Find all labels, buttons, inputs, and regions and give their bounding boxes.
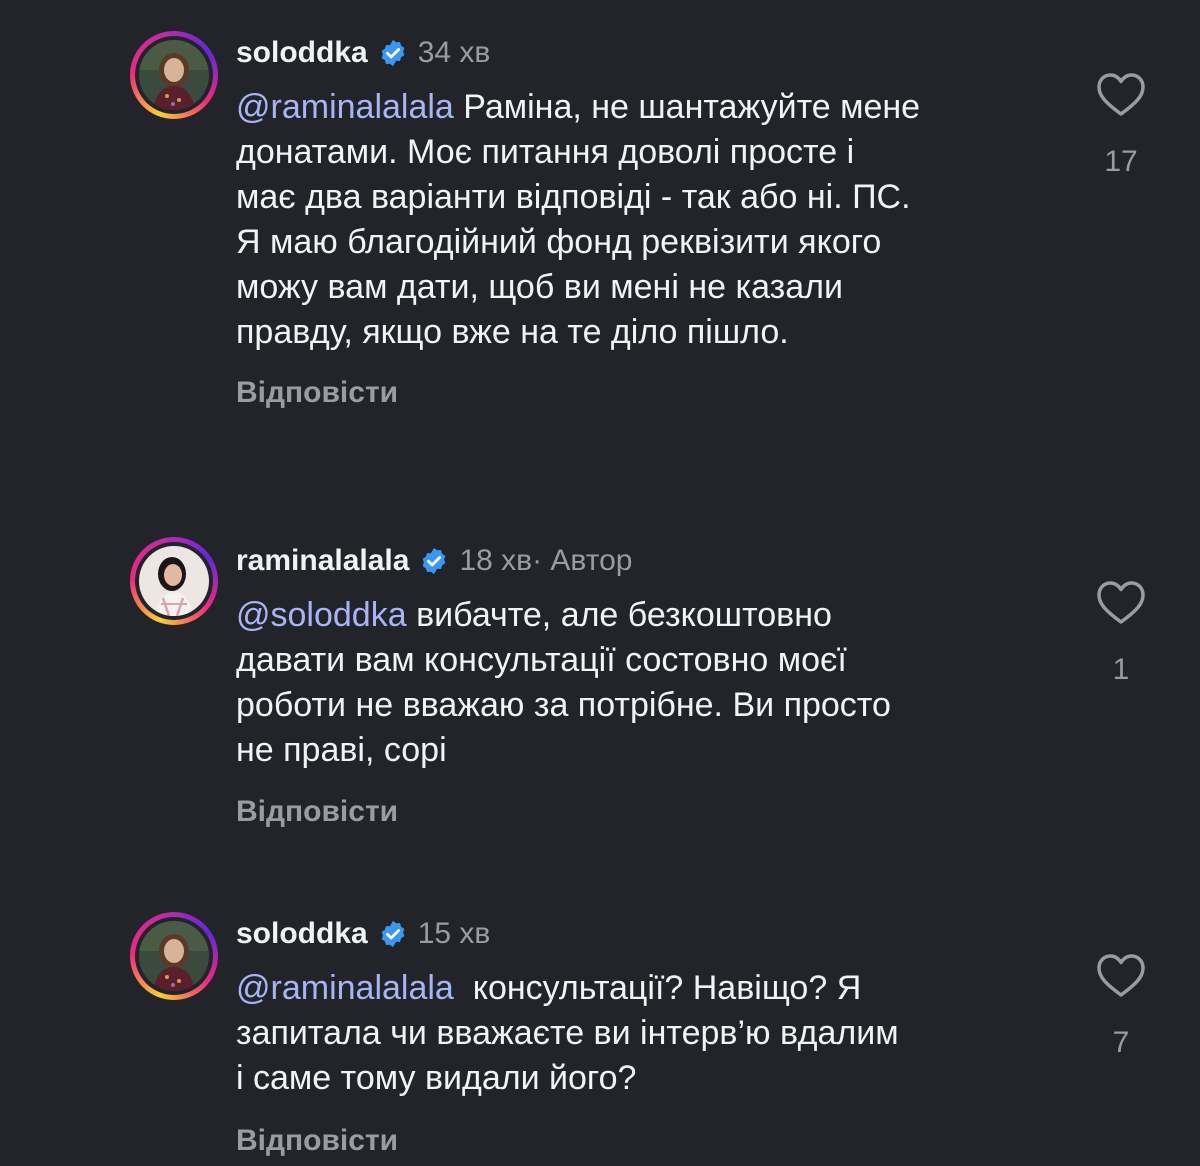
comment-time: 18 хв xyxy=(459,544,533,577)
comment-text: @raminalalala консультації? Навіщо? Я за… xyxy=(236,966,1066,1101)
avatar[interactable] xyxy=(130,31,218,119)
verified-badge-icon xyxy=(381,39,405,67)
reply-button[interactable]: Відповісти xyxy=(236,795,398,829)
mention-link[interactable]: @soloddka xyxy=(236,596,407,634)
avatar[interactable] xyxy=(130,912,218,1000)
comment-header: raminalalala 18 хв · Автор xyxy=(236,541,632,581)
comment-line: давати вам консультації состовно моєї xyxy=(236,641,847,679)
comment-line: донатами. Моє питання доволі просте і xyxy=(236,133,855,171)
comment-line: і саме тому видали його? xyxy=(236,1059,637,1097)
comment-line: не праві, сорі xyxy=(236,731,447,769)
comment-line: вибачте, але безкоштовно xyxy=(406,596,832,634)
comment-line: консультації? Навіщо? Я xyxy=(453,969,862,1007)
comment-text: @soloddka вибачте, але безкоштовно дават… xyxy=(236,593,1066,773)
reply-button[interactable]: Відповісти xyxy=(236,1124,398,1158)
avatar-image xyxy=(139,921,209,991)
username[interactable]: soloddka xyxy=(236,917,368,951)
comment-line: Я маю благодійний фонд реквізити якого xyxy=(236,223,882,261)
mention-link[interactable]: @raminalalala xyxy=(236,88,454,126)
reply-button[interactable]: Відповісти xyxy=(236,376,398,410)
comment-line: Раміна, не шантажуйте мене xyxy=(453,88,921,126)
comment-time: 15 хв xyxy=(417,917,491,950)
comment-time: 34 хв xyxy=(417,36,491,69)
avatar-image xyxy=(139,40,209,110)
heart-icon[interactable] xyxy=(1096,580,1146,626)
username[interactable]: soloddka xyxy=(236,36,368,70)
comment-header: soloddka 15 хв xyxy=(236,914,490,954)
comment-text: @raminalalala Раміна, не шантажуйте мене… xyxy=(236,85,1066,355)
comment-line: можу вам дати, щоб ви мені не казали xyxy=(236,268,843,306)
heart-icon[interactable] xyxy=(1096,72,1146,118)
comment-header: soloddka 34 хв xyxy=(236,33,490,73)
heart-icon[interactable] xyxy=(1096,953,1146,999)
mention-link[interactable]: @raminalalala xyxy=(236,969,454,1007)
like-count: 17 xyxy=(1104,145,1138,178)
like-count: 7 xyxy=(1112,1026,1130,1059)
author-label: · Автор xyxy=(532,544,633,577)
verified-badge-icon xyxy=(381,920,405,948)
like-count: 1 xyxy=(1112,653,1130,686)
username[interactable]: raminalalala xyxy=(236,544,409,578)
comment-line: запитала чи вважаєте ви інтерв’ю вдалим xyxy=(236,1014,899,1052)
avatar-image xyxy=(139,546,209,616)
comment-line: має два варіанти відповіді - так або ні.… xyxy=(236,178,911,216)
comment-line: правду, якщо вже на те діло пішло. xyxy=(236,313,789,351)
comment-line: роботи не вважаю за потрібне. Ви просто xyxy=(236,686,891,724)
avatar[interactable] xyxy=(130,537,218,625)
verified-badge-icon xyxy=(423,547,446,575)
